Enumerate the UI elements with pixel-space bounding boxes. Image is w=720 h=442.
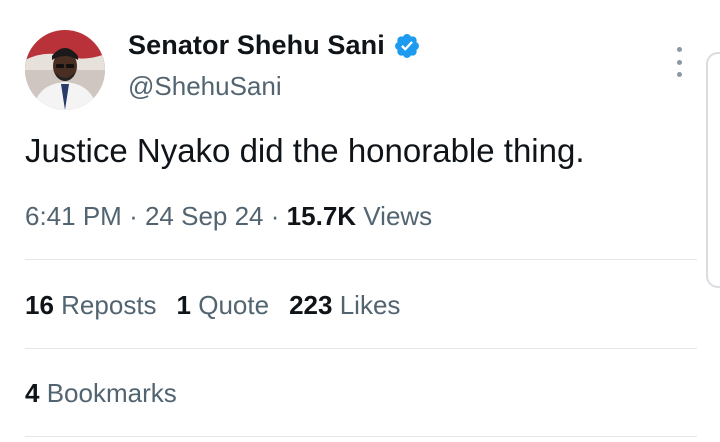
likes-label: Likes [339, 290, 401, 320]
tweet-date[interactable]: 24 Sep 24 [145, 201, 264, 231]
divider [25, 259, 697, 260]
author-name-row: Senator Shehu Sani [128, 30, 421, 61]
quotes-link[interactable]: 1 Quote [177, 290, 270, 321]
bookmarks-count: 4 [25, 378, 40, 408]
tweet-meta: 6:41 PM · 24 Sep 24 · 15.7K Views [25, 201, 432, 232]
quotes-label: Quote [198, 290, 270, 320]
tweet-time[interactable]: 6:41 PM [25, 201, 122, 231]
views-label: Views [363, 201, 433, 231]
bookmarks-label: Bookmarks [46, 378, 177, 408]
reposts-link[interactable]: 16 Reposts [25, 290, 157, 321]
author-handle[interactable]: @ShehuSani [128, 71, 282, 102]
more-dot [676, 72, 682, 77]
meta-separator: · [129, 201, 138, 231]
tweet-text: Justice Nyako did the honorable thing. [25, 132, 585, 169]
likes-link[interactable]: 223 Likes [289, 290, 400, 321]
bookmarks-link[interactable]: 4 Bookmarks [25, 378, 177, 409]
divider [25, 348, 697, 349]
author-display-name[interactable]: Senator Shehu Sani [128, 30, 385, 61]
divider [25, 436, 697, 437]
more-dot [676, 47, 682, 52]
more-dot [676, 59, 682, 65]
reposts-label: Reposts [61, 290, 157, 320]
views-count: 15.7K [286, 201, 357, 231]
reposts-count: 16 [25, 290, 54, 320]
engagement-stats: 16 Reposts 1 Quote 223 Likes [25, 290, 400, 321]
adjacent-card-edge [706, 52, 720, 288]
more-vertical-icon[interactable] [671, 47, 687, 77]
verified-badge-icon [394, 33, 419, 58]
meta-separator: · [270, 201, 280, 231]
tweet-detail: Senator Shehu Sani @ShehuSani Justice Ny… [0, 0, 720, 442]
quotes-count: 1 [176, 290, 192, 320]
avatar[interactable] [25, 30, 105, 110]
likes-count: 223 [289, 290, 333, 320]
